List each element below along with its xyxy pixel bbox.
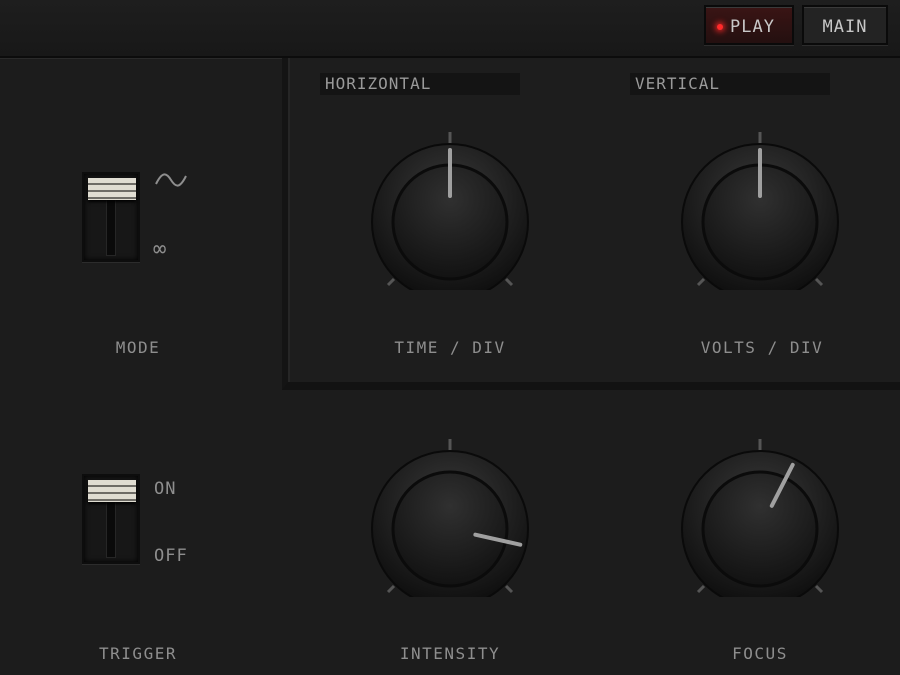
volts-div-label: VOLTS / DIV bbox=[700, 338, 824, 357]
intensity-label: INTENSITY bbox=[399, 644, 501, 663]
volts_div-scale-tick bbox=[696, 277, 706, 287]
trigger-label: TRIGGER bbox=[99, 644, 177, 663]
mode-switch[interactable] bbox=[82, 172, 140, 262]
trigger-switch-slot bbox=[106, 496, 116, 558]
infinity-icon: ∞ bbox=[153, 237, 168, 262]
trigger-off-option: OFF bbox=[154, 546, 188, 566]
focus-label: FOCUS bbox=[732, 644, 788, 663]
volts_div-scale-tick bbox=[814, 277, 824, 287]
intensity-scale-tick bbox=[504, 584, 514, 594]
main-button-label: MAIN bbox=[822, 17, 868, 37]
horizontal-section-label: HORIZONTAL bbox=[320, 73, 520, 95]
mode-switch-slot bbox=[106, 194, 116, 256]
focus-scale-tick bbox=[696, 584, 706, 594]
trigger-switch[interactable] bbox=[82, 474, 140, 564]
time-div-label: TIME / DIV bbox=[394, 338, 506, 357]
top-toolbar: PLAY MAIN bbox=[0, 0, 900, 58]
focus-knob-cap bbox=[701, 470, 819, 588]
play-led-indicator bbox=[717, 24, 723, 30]
main-button[interactable]: MAIN bbox=[802, 5, 888, 45]
volts-div-knob[interactable] bbox=[680, 130, 840, 290]
time_div-scale-tick bbox=[504, 277, 514, 287]
mode-switch-handle[interactable] bbox=[88, 178, 136, 200]
focus-knob[interactable] bbox=[680, 437, 840, 597]
trigger-on-option: ON bbox=[154, 479, 177, 499]
sine-wave-icon bbox=[155, 173, 187, 187]
intensity-knob-cap bbox=[391, 470, 509, 588]
play-button-label: PLAY bbox=[730, 17, 775, 37]
time_div-scale-tick bbox=[386, 277, 396, 287]
time-div-knob[interactable] bbox=[370, 130, 530, 290]
trigger-switch-handle[interactable] bbox=[88, 480, 136, 502]
vertical-section-label: VERTICAL bbox=[630, 73, 830, 95]
play-button[interactable]: PLAY bbox=[704, 5, 794, 45]
focus-scale-tick bbox=[814, 584, 824, 594]
intensity-knob[interactable] bbox=[370, 437, 530, 597]
intensity-scale-tick bbox=[386, 584, 396, 594]
mode-label: MODE bbox=[115, 338, 161, 357]
